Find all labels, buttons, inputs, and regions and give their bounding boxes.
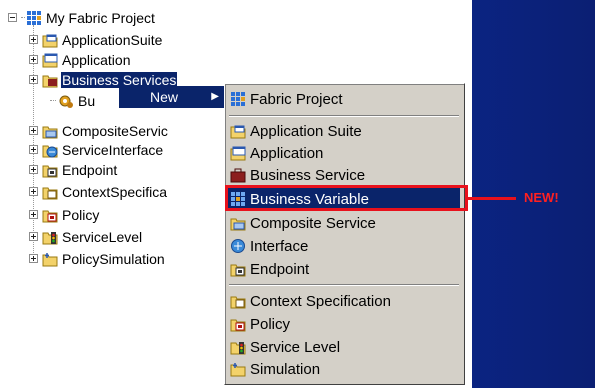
policy-icon xyxy=(42,210,58,222)
menu-item-label: Application Suite xyxy=(250,122,362,140)
tree-root[interactable]: My Fabric Project xyxy=(8,8,156,27)
menu-item-interface[interactable]: Interface xyxy=(228,235,460,257)
tree-item-policy[interactable]: Policy xyxy=(29,205,100,224)
application-icon xyxy=(230,146,246,161)
new-menu-label: New xyxy=(150,89,179,105)
composite-service-icon xyxy=(42,126,58,138)
menu-item-endpoint[interactable]: Endpoint xyxy=(228,258,460,280)
service-level-icon xyxy=(42,231,58,244)
policy-icon xyxy=(230,319,246,332)
simulation-icon xyxy=(230,363,246,377)
application-suite-icon xyxy=(42,34,58,47)
new-callout-label: NEW! xyxy=(524,190,559,205)
context-menu-new[interactable]: New ▶ xyxy=(119,86,228,108)
tree-item-label: ServiceLevel xyxy=(62,228,143,245)
new-submenu: Fabric Project Application Suite Applica… xyxy=(224,83,465,385)
menu-item-label: Context Specification xyxy=(250,292,391,310)
expand-toggle-icon[interactable] xyxy=(29,232,38,241)
business-service-folder-icon xyxy=(42,75,58,87)
business-variable-gear-icon xyxy=(59,95,73,108)
application-suite-icon xyxy=(230,125,246,139)
menu-item-label: Endpoint xyxy=(250,260,310,278)
tree-item-label: CompositeServic xyxy=(62,122,168,139)
tree-item-label: ContextSpecifica xyxy=(62,183,168,200)
tree-item-label: Policy xyxy=(62,206,100,223)
collapse-toggle-icon[interactable] xyxy=(8,13,17,22)
menu-item-label: Service Level xyxy=(250,338,341,356)
tree-item-application[interactable]: Application xyxy=(29,50,132,69)
context-spec-icon xyxy=(230,296,246,309)
composite-service-icon xyxy=(230,218,246,231)
tree-item-label: ApplicationSuite xyxy=(62,31,163,48)
expand-toggle-icon[interactable] xyxy=(29,145,38,154)
expand-toggle-icon[interactable] xyxy=(29,35,38,44)
expand-toggle-icon[interactable] xyxy=(29,55,38,64)
tree-item-label: Endpoint xyxy=(62,161,118,178)
service-level-icon xyxy=(230,342,246,355)
fabric-project-icon xyxy=(231,92,245,106)
menu-item-composite-service[interactable]: Composite Service xyxy=(228,212,460,234)
tree-item-service-interface[interactable]: ServiceInterface xyxy=(29,140,164,159)
menu-item-label: Business Service xyxy=(250,166,366,184)
menu-separator xyxy=(229,284,459,286)
menu-separator xyxy=(229,115,459,117)
tree-item-label: Bu xyxy=(78,92,96,109)
tree-item-endpoint[interactable]: Endpoint xyxy=(29,160,118,179)
expand-toggle-icon[interactable] xyxy=(29,126,38,135)
expand-toggle-icon[interactable] xyxy=(29,165,38,174)
menu-item-simulation[interactable]: Simulation xyxy=(228,358,460,380)
menu-item-label: Simulation xyxy=(250,360,321,378)
tree-item-policy-simulation[interactable]: PolicySimulation xyxy=(29,249,166,268)
expand-toggle-icon[interactable] xyxy=(29,187,38,196)
menu-item-label: Interface xyxy=(250,237,309,255)
business-service-icon xyxy=(230,168,246,183)
menu-item-label: Composite Service xyxy=(250,214,376,232)
interface-icon xyxy=(231,239,245,253)
tree-item-business-variable-partial[interactable]: Bu xyxy=(50,91,96,110)
endpoint-icon xyxy=(230,264,246,277)
tree-root-label: My Fabric Project xyxy=(46,9,155,26)
menu-item-policy[interactable]: Policy xyxy=(228,313,460,335)
highlight-box xyxy=(225,185,468,211)
tree-item-label: PolicySimulation xyxy=(62,250,165,267)
tree-item-service-level[interactable]: ServiceLevel xyxy=(29,227,143,246)
menu-item-label: Application xyxy=(250,144,324,162)
menu-item-label: Fabric Project xyxy=(250,90,343,108)
expand-toggle-icon[interactable] xyxy=(29,75,38,84)
menu-item-fabric-project[interactable]: Fabric Project xyxy=(228,88,460,110)
submenu-arrow-icon: ▶ xyxy=(211,91,219,102)
tree-item-label: ServiceInterface xyxy=(62,141,164,158)
endpoint-icon xyxy=(42,165,58,177)
fabric-project-icon xyxy=(27,10,41,25)
tree-item-composite-service[interactable]: CompositeServic xyxy=(29,121,169,140)
menu-item-business-service[interactable]: Business Service xyxy=(228,164,460,186)
menu-item-application-suite[interactable]: Application Suite xyxy=(228,120,460,142)
menu-item-context-specification[interactable]: Context Specification xyxy=(228,290,460,312)
interface-icon xyxy=(42,145,58,157)
callout-line xyxy=(468,197,516,200)
tree-item-application-suite[interactable]: ApplicationSuite xyxy=(29,30,163,49)
context-spec-icon xyxy=(42,187,58,199)
menu-item-label: Policy xyxy=(250,315,291,333)
expand-toggle-icon[interactable] xyxy=(29,254,38,263)
menu-item-application[interactable]: Application xyxy=(228,142,460,164)
tree-item-label: Application xyxy=(62,51,131,68)
menu-item-service-level[interactable]: Service Level xyxy=(228,336,460,358)
application-icon xyxy=(42,53,58,67)
expand-toggle-icon[interactable] xyxy=(29,210,38,219)
tree-item-context-specification[interactable]: ContextSpecifica xyxy=(29,182,168,201)
simulation-icon xyxy=(42,252,58,266)
